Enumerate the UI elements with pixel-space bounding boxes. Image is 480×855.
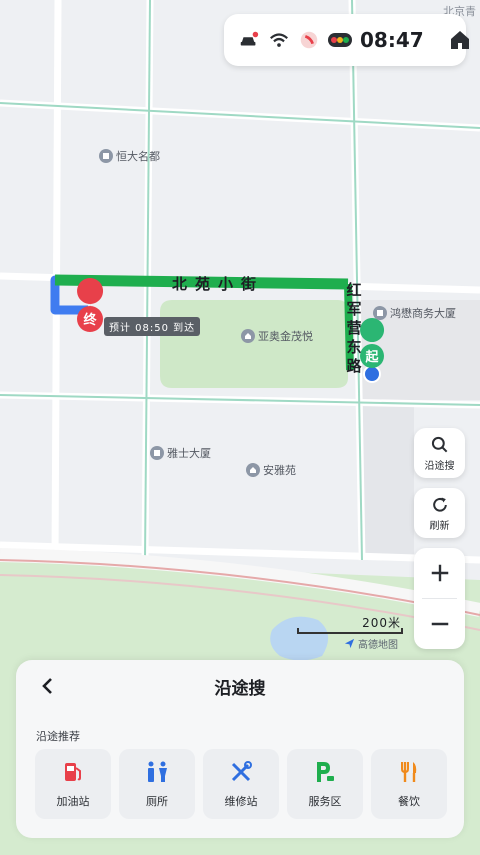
brand-label: 高德地图 (358, 640, 398, 651)
category-label: 加油站 (56, 795, 90, 808)
eta-label: 预计 08:50 到达 (104, 317, 201, 336)
navigation-arrow-icon (344, 638, 355, 649)
plus-icon (431, 564, 448, 582)
poi-anya[interactable]: 安雅苑 (246, 462, 296, 478)
building-icon (99, 149, 113, 163)
poi-label: 安雅苑 (263, 464, 296, 477)
category-gas-station[interactable]: 加油站 (35, 749, 111, 819)
category-service-area[interactable]: 服务区 (287, 749, 363, 819)
search-along-route-label: 沿途搜 (424, 460, 455, 472)
poi-yaao[interactable]: 亚奥金茂悦 (241, 328, 313, 344)
building-icon (150, 446, 164, 460)
category-label: 维修站 (224, 795, 258, 808)
search-along-route-button[interactable]: 沿途搜 (414, 428, 465, 478)
refresh-button[interactable]: 刷新 (414, 488, 465, 538)
poi-label: 亚奥金茂悦 (258, 330, 313, 343)
wifi-icon (268, 28, 290, 52)
traffic-light-icon (328, 28, 352, 52)
panel-title: 沿途搜 (214, 679, 266, 699)
toilet-icon (148, 761, 167, 782)
zoom-in-button[interactable] (414, 548, 465, 598)
poi-hongmao[interactable]: 鸿懋商务大厦 (373, 305, 456, 321)
scale-bar (297, 628, 403, 634)
poi-label: 恒大名都 (116, 150, 160, 163)
section-label: 沿途推荐 (36, 730, 80, 743)
category-label: 餐饮 (398, 795, 420, 808)
home-poi-icon (241, 329, 255, 343)
search-along-route-panel: 沿途搜 沿途推荐 加油站 厕所 维修站 服务区 餐饮 (16, 660, 464, 838)
end-marker-label: 终 (83, 313, 97, 328)
map-scale: 200米 (297, 614, 403, 634)
home-icon[interactable] (448, 28, 472, 52)
zoom-control (414, 548, 465, 649)
restaurant-icon (401, 762, 417, 782)
map-brand: 高德地图 (344, 636, 398, 651)
minus-icon (431, 622, 448, 626)
refresh-label: 刷新 (429, 520, 450, 532)
home-poi-icon (246, 463, 260, 477)
repair-icon (231, 761, 252, 782)
poi-hengda[interactable]: 恒大名都 (99, 148, 160, 164)
search-icon (431, 436, 447, 452)
poi-label: 鸿懋商务大厦 (390, 307, 456, 320)
poi-label: 雅士大厦 (167, 447, 211, 460)
status-bar: 08:47 (224, 14, 469, 66)
street-label-beiyuan: 北苑小街 (172, 275, 265, 293)
category-list: 加油站 厕所 维修站 服务区 餐饮 (35, 749, 447, 819)
category-label: 厕所 (146, 795, 168, 808)
category-toilet[interactable]: 厕所 (119, 749, 195, 819)
zoom-out-button[interactable] (414, 599, 465, 649)
service-area-icon (317, 762, 334, 782)
voice-assistant-icon[interactable] (298, 28, 320, 52)
start-marker-label: 起 (365, 350, 379, 365)
category-restaurant[interactable]: 餐饮 (371, 749, 447, 819)
clock-time: 08:47 (360, 28, 424, 52)
category-label: 服务区 (308, 795, 342, 808)
gas-station-icon (65, 763, 81, 781)
category-repair[interactable]: 维修站 (203, 749, 279, 819)
poi-yashi[interactable]: 雅士大厦 (150, 445, 211, 461)
refresh-icon (432, 497, 447, 512)
car-icon[interactable] (238, 28, 260, 52)
building-icon (373, 306, 387, 320)
street-label-hongjun: 红军营东路 (346, 281, 362, 375)
